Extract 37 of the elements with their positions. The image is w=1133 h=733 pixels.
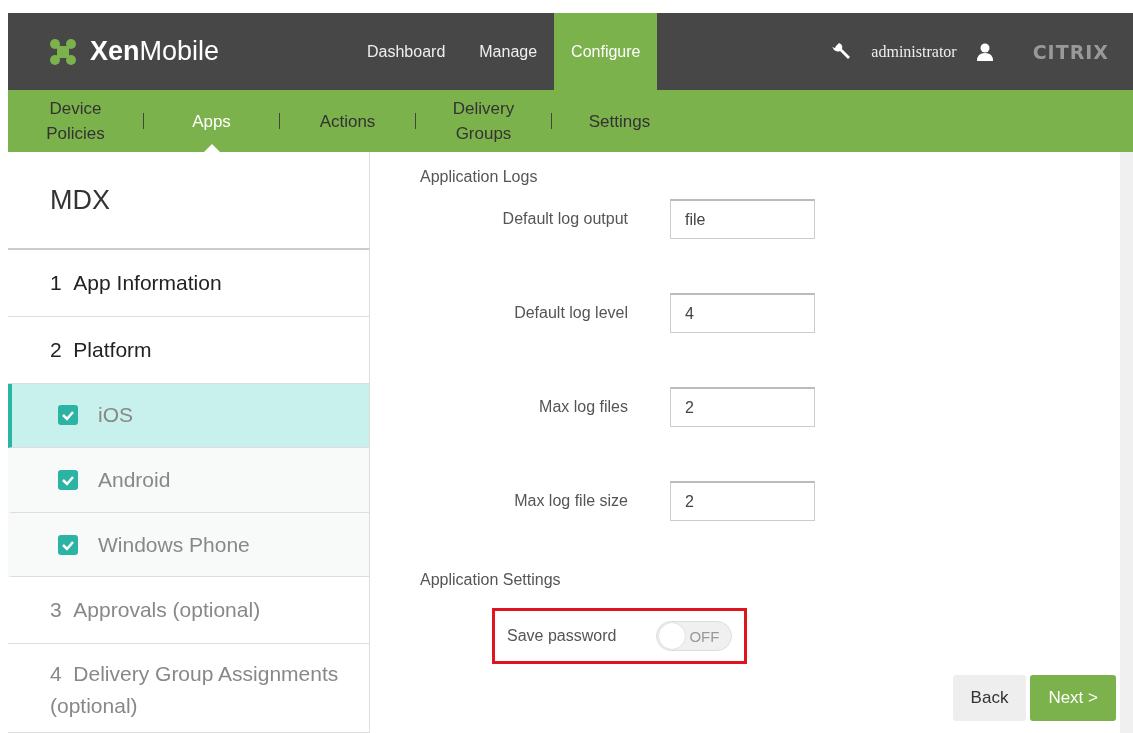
subnav-tab[interactable]: Device Policies: [8, 96, 143, 146]
sidebar-title: MDX: [8, 152, 369, 251]
field-label: Max log files: [538, 398, 629, 416]
vendor-logo: CITRIX: [1032, 40, 1109, 63]
section-title: Application Settings: [420, 571, 562, 589]
checkbox[interactable]: [58, 405, 78, 426]
step-item[interactable]: 2 Platform: [8, 317, 369, 384]
input-field[interactable]: 2: [670, 481, 815, 521]
subnav-tab[interactable]: Delivery Groups: [416, 96, 551, 146]
field-label: Default log output: [501, 210, 629, 228]
nav-tab[interactable]: Dashboard: [350, 13, 463, 90]
section-title: Application Logs: [420, 168, 539, 186]
nav-tab[interactable]: Manage: [462, 13, 555, 90]
field-label: Save password: [507, 627, 618, 645]
field-label: Max log file size: [513, 492, 629, 510]
subnav-tab[interactable]: Actions: [280, 108, 415, 134]
checkbox[interactable]: [58, 534, 78, 555]
platform-label: Android: [98, 468, 171, 492]
field-label: Default log level: [513, 304, 629, 322]
step-item[interactable]: 1 App Information: [8, 250, 369, 317]
platform-item[interactable]: Android: [8, 448, 369, 513]
platform-item[interactable]: iOS: [8, 383, 369, 449]
platform-item[interactable]: Windows Phone: [8, 512, 369, 578]
wrench-icon[interactable]: [831, 41, 852, 62]
back-button[interactable]: Back: [952, 675, 1027, 721]
user-name[interactable]: administrator: [871, 42, 957, 61]
logo-icon: [50, 38, 76, 65]
tab-pointer-icon: [203, 143, 220, 152]
user-icon[interactable]: [976, 42, 993, 61]
platform-label: Windows Phone: [98, 532, 250, 557]
platform-label: iOS: [98, 403, 133, 428]
checkbox[interactable]: [58, 470, 78, 490]
input-field[interactable]: 4: [670, 293, 815, 333]
input-field[interactable]: file: [670, 199, 815, 239]
subnav-tab[interactable]: Settings: [552, 108, 687, 134]
brand-name: XenMobile: [90, 36, 220, 67]
input-field[interactable]: 2: [670, 387, 815, 427]
